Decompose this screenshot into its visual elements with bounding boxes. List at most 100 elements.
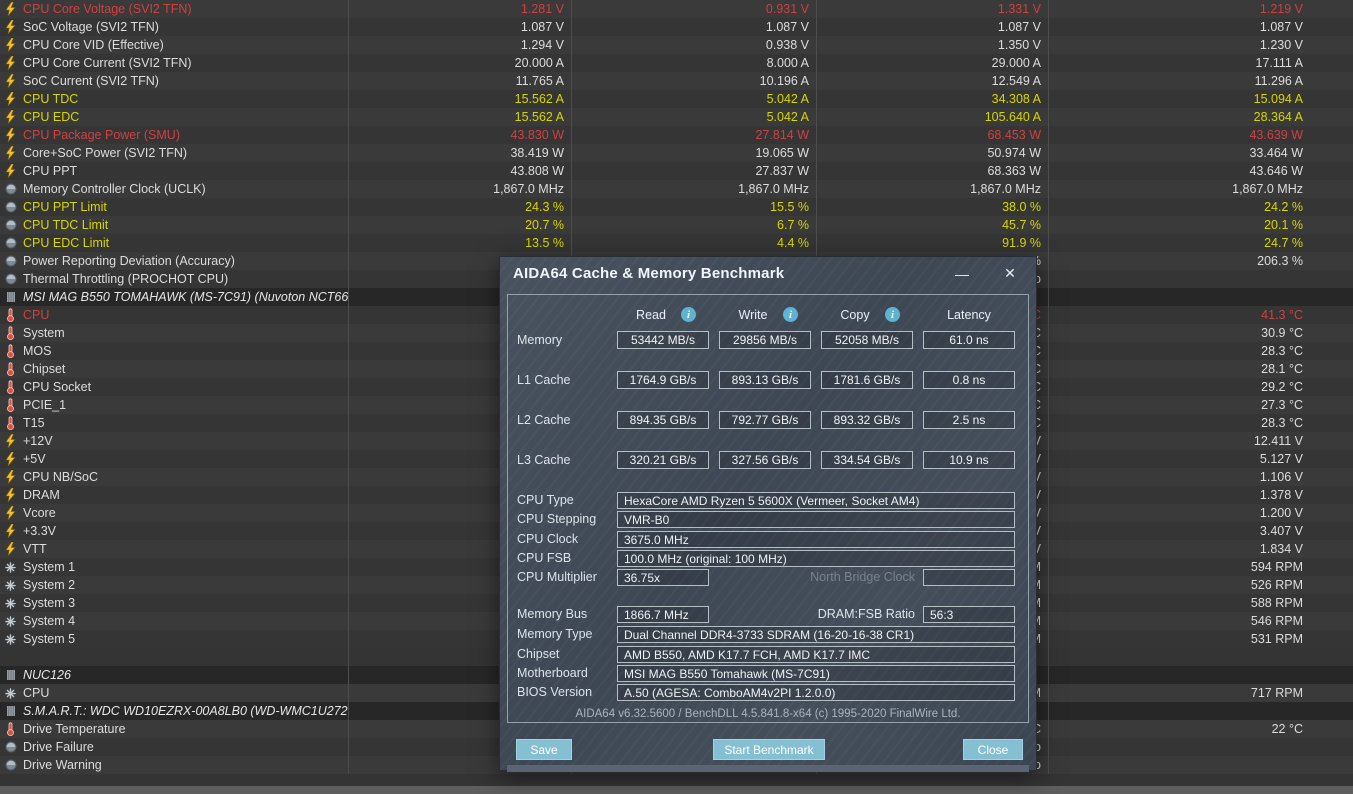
lightning-icon bbox=[5, 146, 16, 160]
sensor-label: MSI MAG B550 TOMAHAWK (MS-7C91) (Nuvoton… bbox=[0, 290, 348, 304]
lightning-icon bbox=[5, 20, 16, 34]
clock-icon bbox=[5, 183, 16, 195]
sensor-value-c2: 15.5 % bbox=[770, 200, 809, 214]
clock-icon bbox=[5, 273, 16, 285]
lightning-icon bbox=[5, 38, 16, 52]
sensor-row[interactable]: Memory Controller Clock (UCLK) 1,867.0 MH… bbox=[0, 180, 1353, 198]
sensor-row[interactable]: SoC Current (SVI2 TFN) 11.765 A 10.196 A 12… bbox=[0, 72, 1353, 90]
sensor-value-c2: 0.938 V bbox=[765, 38, 809, 52]
sensor-row[interactable]: CPU PPT 43.808 W 27.837 W 68.363 W 43.646 W bbox=[0, 162, 1353, 180]
sensor-value-c2: 1,867.0 MHz bbox=[738, 182, 809, 196]
sensor-row[interactable]: Core+SoC Power (SVI2 TFN) 38.419 W 19.065 … bbox=[0, 144, 1353, 162]
close-icon[interactable]: ✕ bbox=[994, 262, 1026, 285]
clock-icon bbox=[5, 219, 16, 231]
north-bridge-clock-label: North Bridge Clock bbox=[810, 570, 915, 584]
sensor-row[interactable]: CPU TDC Limit 20.7 % 6.7 % 45.7 % 20.1 % bbox=[0, 216, 1353, 234]
sensor-row[interactable]: CPU TDC 15.562 A 5.042 A 34.308 A 15.094 A bbox=[0, 90, 1353, 108]
sensor-row[interactable]: CPU Core Current (SVI2 TFN) 20.000 A 8.000… bbox=[0, 54, 1353, 72]
info-icon[interactable]: i bbox=[681, 307, 696, 322]
sensor-value-c2: 27.814 W bbox=[755, 128, 809, 142]
clock-icon bbox=[5, 237, 16, 249]
sensor-row[interactable]: CPU PPT Limit 24.3 % 15.5 % 38.0 % 24.2 % bbox=[0, 198, 1353, 216]
info-icon[interactable]: i bbox=[885, 307, 900, 322]
sensor-value-c1: 15.562 A bbox=[514, 110, 564, 124]
fan-icon bbox=[4, 560, 17, 574]
save-button[interactable]: Save bbox=[516, 739, 572, 760]
thermometer-icon bbox=[7, 326, 14, 340]
bench-col-header: Copy bbox=[840, 308, 870, 322]
window-bottom-gap bbox=[0, 774, 1353, 786]
clock-icon bbox=[4, 272, 17, 286]
chip-icon bbox=[4, 290, 17, 304]
sensor-value-c4: 43.639 W bbox=[1249, 128, 1303, 142]
sensor-value-c2: 5.042 A bbox=[766, 110, 809, 124]
fan-icon bbox=[5, 687, 16, 699]
therm-icon bbox=[4, 416, 17, 430]
bench-col-header: Write bbox=[738, 308, 768, 322]
sensor-value-c4: 15.094 A bbox=[1253, 92, 1303, 106]
sensor-value-c4: 3.407 V bbox=[1259, 524, 1303, 538]
cpu-info-value: 3675.0 MHz bbox=[617, 531, 1015, 548]
sensor-value-c1: 43.830 W bbox=[510, 128, 564, 142]
sensor-value-c1: 15.562 A bbox=[514, 92, 564, 106]
therm-icon bbox=[4, 722, 17, 736]
sensor-value-c1: 38.419 W bbox=[510, 146, 564, 160]
sensor-value-c4: 20.1 % bbox=[1264, 218, 1303, 232]
sensor-value-c3: 38.0 % bbox=[1002, 200, 1041, 214]
progress-bar bbox=[507, 765, 1029, 772]
close-button[interactable]: Close bbox=[963, 739, 1023, 760]
sensor-value-c4: 24.2 % bbox=[1264, 200, 1303, 214]
bolt-icon bbox=[4, 20, 17, 34]
bolt-icon bbox=[4, 452, 17, 466]
lightning-icon bbox=[5, 128, 16, 142]
cpu-info-label: CPU Stepping bbox=[517, 512, 597, 526]
info-icon[interactable]: i bbox=[783, 307, 798, 322]
bolt-icon bbox=[4, 542, 17, 556]
fan-icon bbox=[4, 632, 17, 646]
sensor-label: CPU Core Voltage (SVI2 TFN) bbox=[0, 2, 348, 16]
mem-info-value: AMD B550, AMD K17.7 FCH, AMD K17.7 IMC bbox=[617, 646, 1015, 663]
sensor-label: Chipset bbox=[0, 362, 348, 376]
sensor-label: NUC126 bbox=[0, 668, 348, 682]
start-benchmark-button[interactable]: Start Benchmark bbox=[713, 739, 825, 760]
sensor-label: Drive Failure bbox=[0, 740, 348, 754]
sensor-value-c4: 27.3 °C bbox=[1261, 398, 1303, 412]
therm-icon bbox=[4, 362, 17, 376]
sensor-value-c4: 43.646 W bbox=[1249, 164, 1303, 178]
fan-icon bbox=[4, 596, 17, 610]
mem-info-value: Dual Channel DDR4-3733 SDRAM (16-20-16-3… bbox=[617, 626, 1015, 643]
bolt-icon bbox=[4, 128, 17, 142]
bolt-icon bbox=[4, 524, 17, 538]
sensor-value-c4: 594 RPM bbox=[1250, 560, 1303, 574]
bench-value-box: 10.9 ns bbox=[923, 451, 1015, 469]
sensor-label: CPU Socket bbox=[0, 380, 348, 394]
dialog-footer-version: AIDA64 v6.32.5600 / BenchDLL 4.5.841.8-x… bbox=[575, 708, 961, 720]
sensor-value-c4: 5.127 V bbox=[1259, 452, 1303, 466]
bolt-icon bbox=[4, 110, 17, 124]
sensor-value-c4: 29.2 °C bbox=[1261, 380, 1303, 394]
bolt-icon bbox=[4, 164, 17, 178]
sensor-row[interactable]: CPU EDC 15.562 A 5.042 A 105.640 A 28.364 A bbox=[0, 108, 1353, 126]
sensor-label: +5V bbox=[0, 452, 348, 466]
fan-icon bbox=[5, 597, 16, 609]
sensor-value-c4: 1,867.0 MHz bbox=[1232, 182, 1303, 196]
sensor-label: Core+SoC Power (SVI2 TFN) bbox=[0, 146, 348, 160]
sensor-row[interactable]: CPU Core Voltage (SVI2 TFN) 1.281 V 0.931 … bbox=[0, 0, 1353, 18]
sensor-row[interactable]: SoC Voltage (SVI2 TFN) 1.087 V 1.087 V 1.08… bbox=[0, 18, 1353, 36]
sensor-label: CPU EDC bbox=[0, 110, 348, 124]
sensor-row[interactable]: CPU Core VID (Effective) 1.294 V 0.938 V 1.… bbox=[0, 36, 1353, 54]
therm-icon bbox=[4, 344, 17, 358]
lightning-icon bbox=[5, 74, 16, 88]
sensor-value-c4: 1.378 V bbox=[1259, 488, 1303, 502]
chip-icon bbox=[6, 670, 15, 680]
sensor-label: System 3 bbox=[0, 596, 348, 610]
lightning-icon bbox=[5, 56, 16, 70]
minimize-button[interactable]: — bbox=[946, 262, 978, 285]
sensor-row[interactable]: CPU EDC Limit 13.5 % 4.4 % 91.9 % 24.7 % bbox=[0, 234, 1353, 252]
sensor-row[interactable]: CPU Package Power (SMU) 43.830 W 27.814 W 6… bbox=[0, 126, 1353, 144]
sensor-value-c4: 41.3 °C bbox=[1261, 308, 1303, 322]
therm-icon bbox=[4, 380, 17, 394]
lightning-icon bbox=[5, 452, 16, 466]
sensor-label: S.M.A.R.T.: WDC WD10EZRX-00A8LB0 (WD-WMC… bbox=[0, 704, 348, 718]
thermometer-icon bbox=[7, 308, 14, 322]
